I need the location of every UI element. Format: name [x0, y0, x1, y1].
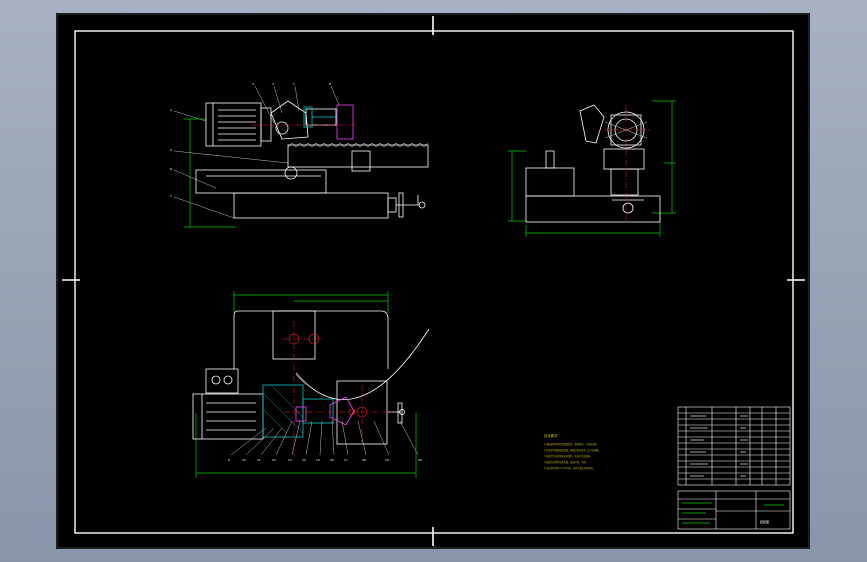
drawing-canvas: 45 67 32 18 9 10 11 12 13 14 15 16 17 18… — [56, 13, 810, 549]
svg-text:5: 5 — [170, 148, 172, 152]
front-view: 4 5 6 7 3 2 1 8 — [170, 82, 429, 228]
svg-text:10: 10 — [242, 458, 246, 462]
parts-list — [677, 406, 791, 486]
note-line-5: 5.试运转时间不少于30分钟，运转平稳无异常声响。 — [544, 466, 595, 470]
svg-text:7: 7 — [170, 194, 172, 198]
svg-text:12: 12 — [272, 458, 276, 462]
svg-text:3: 3 — [252, 82, 254, 86]
note-line-1: 1.装配前所有零件用煤油清洗，清除毛刺、飞边和杂物。 — [544, 442, 599, 446]
technical-notes: 技术要求 1.装配前所有零件用煤油清洗，清除毛刺、飞边和杂物。 2.各密封件装配… — [544, 433, 601, 470]
cad-viewport[interactable]: 45 67 32 18 9 10 11 12 13 14 15 16 17 18… — [0, 0, 867, 562]
svg-text:1: 1 — [293, 82, 295, 86]
svg-text:2: 2 — [272, 82, 274, 86]
svg-text:11: 11 — [257, 458, 261, 462]
svg-text:20: 20 — [418, 458, 422, 462]
drawing-name: 装配图 — [760, 519, 769, 524]
svg-text:15: 15 — [316, 458, 320, 462]
svg-text:9: 9 — [228, 458, 230, 462]
note-line-4: 4.装配后各零件位置正确，连接可靠、牢固。 — [544, 460, 588, 464]
drawing-sheet: 45 67 32 18 9 10 11 12 13 14 15 16 17 18… — [56, 13, 810, 549]
plan-view: 9 10 11 12 13 14 15 16 17 18 19 20 — [192, 291, 430, 478]
svg-text:13: 13 — [288, 458, 292, 462]
svg-text:17: 17 — [344, 458, 348, 462]
svg-text:16: 16 — [330, 458, 334, 462]
drawing-frame — [56, 13, 810, 549]
svg-text:19: 19 — [385, 458, 389, 462]
note-line-2: 2.各密封件装配前浸透油，装配后转动灵活，无卡滞现象。 — [544, 448, 601, 452]
note-line-3: 3.装配完毕后检查各运动部件，转动灵活无阻滞。 — [544, 454, 592, 458]
svg-text:6: 6 — [170, 167, 172, 171]
svg-text:14: 14 — [302, 458, 306, 462]
side-view — [508, 100, 676, 237]
svg-text:8: 8 — [329, 82, 331, 86]
notes-title: 技术要求 — [544, 433, 558, 438]
svg-text:18: 18 — [362, 458, 366, 462]
svg-text:4: 4 — [170, 108, 172, 112]
